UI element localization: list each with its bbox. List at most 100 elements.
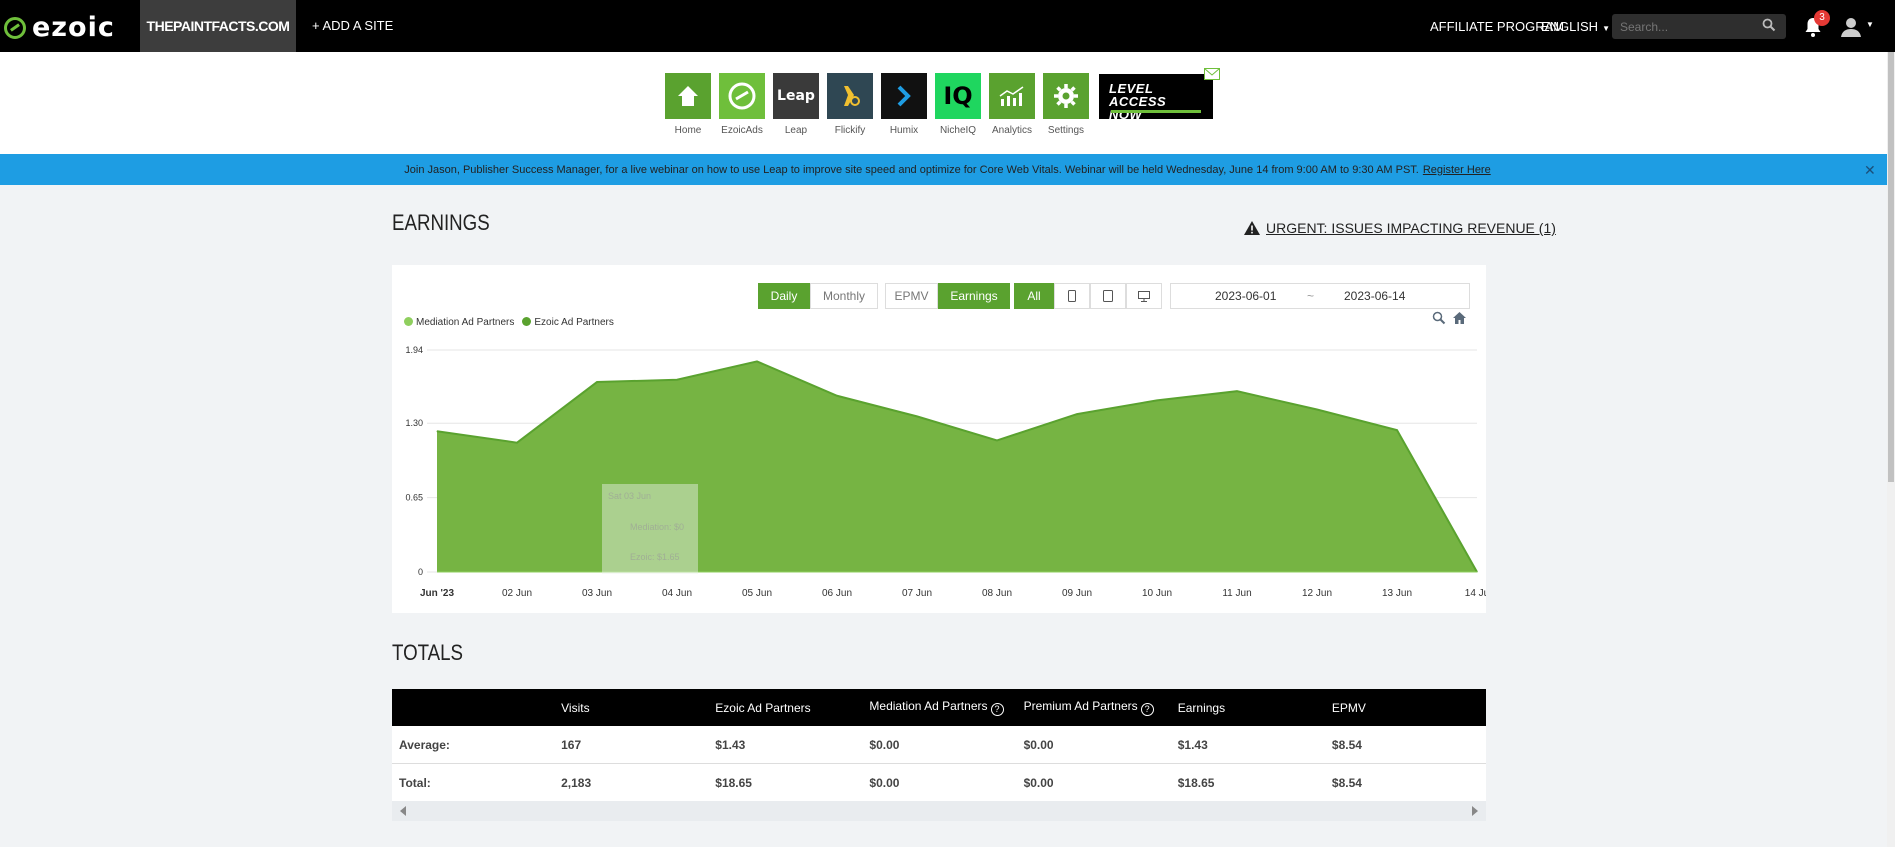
page-vertical-scrollbar[interactable] <box>1887 52 1895 847</box>
x-tick-label: 03 Jun <box>582 588 612 599</box>
data-point <box>756 360 758 362</box>
urgent-issues-text: URGENT: ISSUES IMPACTING REVENUE (1) <box>1266 220 1556 236</box>
data-point <box>436 430 438 432</box>
nicheiq-icon-text: IQ <box>943 82 973 110</box>
data-point <box>996 439 998 441</box>
app-analytics[interactable]: Analytics <box>989 73 1035 136</box>
data-point <box>1076 413 1078 415</box>
data-point <box>916 415 918 417</box>
leap-icon[interactable]: Leap <box>773 73 819 119</box>
table-cell: $1.43 <box>715 737 746 752</box>
column-header: Visits <box>561 701 715 715</box>
x-tick-label: 08 Jun <box>982 588 1012 599</box>
banner-text: Join Jason, Publisher Success Manager, f… <box>404 163 1419 176</box>
mail-icon[interactable] <box>1204 68 1220 80</box>
data-point <box>1236 390 1238 392</box>
search-icon[interactable] <box>1762 18 1776 32</box>
column-header-label: EPMV <box>1331 700 1366 715</box>
scroll-right-arrow-icon[interactable] <box>1472 806 1478 816</box>
y-tick-label: 0 <box>418 567 423 577</box>
y-tick-label: 0.65 <box>405 493 423 503</box>
app-label: Flickify <box>834 125 866 136</box>
settings-icon[interactable] <box>1043 73 1089 119</box>
data-point <box>516 442 518 444</box>
x-tick-label: 13 Jun <box>1382 588 1412 599</box>
ezoic-logo-icon <box>4 16 26 39</box>
search-input[interactable] <box>1612 14 1786 39</box>
table-cell: 167 <box>561 737 582 752</box>
data-point <box>836 395 838 397</box>
table-cell: $1.43 <box>1177 737 1208 752</box>
app-flickify[interactable]: Flickify <box>827 73 873 136</box>
help-icon[interactable]: ? <box>1140 703 1154 716</box>
x-tick-label: 04 Jun <box>662 588 692 599</box>
column-header-label: Earnings <box>1177 700 1226 715</box>
app-label: NicheIQ <box>939 125 977 136</box>
tooltip-title: Sat 03 Jun <box>608 491 651 501</box>
x-tick-label: 06 Jun <box>822 588 852 599</box>
app-leap[interactable]: Leap Leap <box>773 73 819 136</box>
level-access-now-button[interactable]: LEVEL ACCESS NOW <box>1099 74 1213 121</box>
analytics-icon[interactable] <box>989 73 1035 119</box>
column-header: Premium Ad Partners? <box>1024 699 1178 716</box>
app-home[interactable]: Home <box>665 73 711 136</box>
user-avatar-icon[interactable] <box>1840 16 1862 38</box>
column-header: Ezoic Ad Partners <box>715 701 869 715</box>
humix-icon[interactable] <box>881 73 927 119</box>
app-humix[interactable]: Humix <box>881 73 927 136</box>
table-row: Average: 167 $1.43 $0.00 $0.00 $1.43 $8.54 <box>392 726 1486 764</box>
flickify-icon[interactable] <box>827 73 873 119</box>
totals-heading: TOTALS <box>392 640 464 665</box>
table-cell: $0.00 <box>1023 737 1054 752</box>
leap-icon-text: Leap <box>777 88 815 104</box>
table-cell: $8.54 <box>1331 775 1362 790</box>
help-icon[interactable]: ? <box>990 703 1004 716</box>
table-cell: $18.65 <box>715 775 752 790</box>
x-tick-label: 10 Jun <box>1142 588 1172 599</box>
site-selector-tab[interactable]: THEPAINTFACTS.COM <box>140 0 296 52</box>
app-label: Settings <box>1047 125 1085 136</box>
table-cell: $0.00 <box>1023 775 1054 790</box>
column-header: Mediation Ad Partners? <box>869 699 1023 716</box>
app-ezoicads[interactable]: EzoicAds <box>719 73 765 136</box>
data-point <box>1316 409 1318 411</box>
table-header: Visits Ezoic Ad Partners Mediation Ad Part… <box>392 689 1486 726</box>
scroll-left-arrow-icon[interactable] <box>400 806 406 816</box>
column-header-label: Mediation Ad Partners <box>869 699 988 713</box>
app-label: Leap <box>784 125 808 136</box>
table-cell: $8.54 <box>1331 737 1362 752</box>
close-icon[interactable]: ✕ <box>1864 162 1876 179</box>
x-tick-label: 09 Jun <box>1062 588 1092 599</box>
urgent-issues-link[interactable]: URGENT: ISSUES IMPACTING REVENUE (1) <box>1244 220 1556 236</box>
register-here-link[interactable]: Register Here <box>1423 164 1491 176</box>
warning-icon <box>1244 221 1260 235</box>
table-cell: $0.00 <box>869 737 900 752</box>
data-point <box>1396 429 1398 431</box>
row-label: Average: <box>399 737 450 752</box>
scrollbar-thumb[interactable] <box>1888 52 1894 482</box>
user-menu-chevron-icon[interactable]: ▼ <box>1866 20 1874 29</box>
ezoic-ads-icon[interactable] <box>719 73 765 119</box>
app-label: Analytics <box>991 125 1032 136</box>
language-label: ENGLISH <box>1541 19 1599 34</box>
language-dropdown[interactable]: ENGLISH ▼ <box>1541 19 1610 34</box>
column-header-label: Visits <box>561 700 590 715</box>
ezoic-logo[interactable]: ezoic <box>4 12 115 43</box>
app-settings[interactable]: Settings <box>1043 73 1089 136</box>
table-horizontal-scrollbar[interactable] <box>392 801 1486 821</box>
x-tick-label: Jun '23 <box>420 588 454 599</box>
app-label: Humix <box>889 125 919 136</box>
table-row: Total: 2,183 $18.65 $0.00 $0.00 $18.65 $8.54 <box>392 764 1486 802</box>
data-point <box>1156 399 1158 401</box>
app-nicheiq[interactable]: IQ NicheIQ <box>935 73 981 136</box>
table-cell: $18.65 <box>1177 775 1215 790</box>
home-icon[interactable] <box>665 73 711 119</box>
x-tick-label: 14 Ju <box>1465 588 1486 599</box>
totals-table: Visits Ezoic Ad Partners Mediation Ad Part… <box>392 689 1486 802</box>
top-navbar: ezoic THEPAINTFACTS.COM + ADD A SITE AFF… <box>0 0 1895 52</box>
add-site-link[interactable]: + ADD A SITE <box>312 18 393 33</box>
nicheiq-icon[interactable]: IQ <box>935 73 981 119</box>
logo-text: ezoic <box>32 12 115 43</box>
notification-count-badge: 3 <box>1814 10 1830 26</box>
app-label: EzoicAds <box>721 125 763 136</box>
